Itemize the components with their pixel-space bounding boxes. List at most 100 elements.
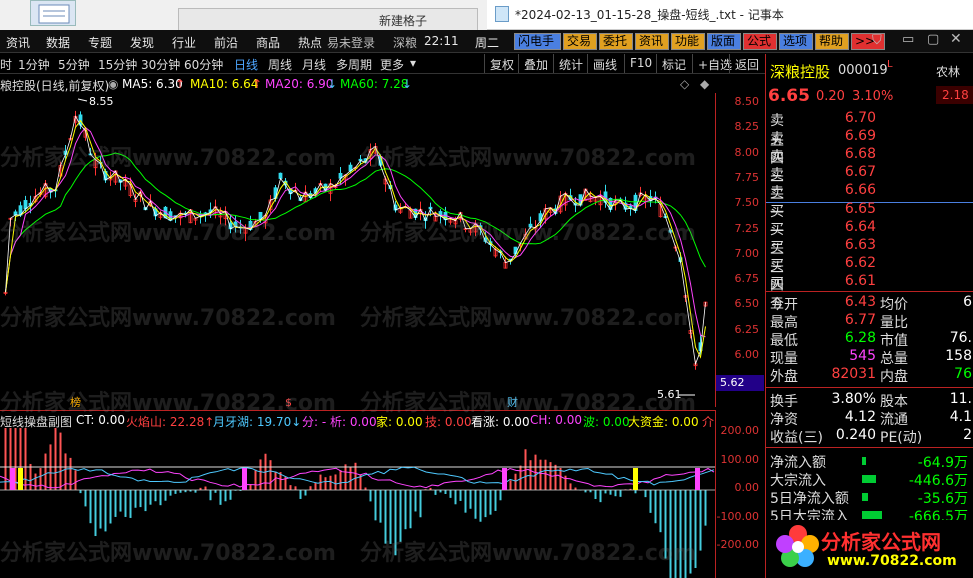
menu-item-industry[interactable]: 行业: [172, 34, 196, 51]
candle-body: [278, 172, 283, 179]
period-2[interactable]: 5分钟: [58, 56, 90, 73]
menu-item-news[interactable]: 资讯: [6, 34, 30, 51]
price-tick: 6.50: [734, 297, 760, 311]
login-status[interactable]: 易未登录: [327, 34, 375, 51]
chart-tool-5[interactable]: 标记: [662, 56, 686, 73]
close-icon[interactable]: ✕: [950, 31, 962, 47]
period-6[interactable]: 日线: [234, 56, 258, 73]
price-axis: 8.50 8.25 8.00 7.75 7.50 7.25 7.00 6.75 6.50 6.25…: [715, 93, 765, 407]
kline-chart[interactable]: 8.55 5.61 榜 $ 财: [0, 93, 715, 407]
stat-value: 76: [954, 366, 972, 382]
current-price-box: 5.62: [716, 375, 764, 391]
toolbar-button-8[interactable]: 帮助: [815, 33, 849, 50]
bid-row-price: 6.63: [844, 237, 876, 253]
signal-marker: [633, 468, 638, 490]
new-tab-label: 新建格子: [379, 14, 428, 28]
neighbor-sector[interactable]: 农林: [936, 63, 960, 80]
period-1[interactable]: 1分钟: [18, 56, 50, 73]
toolbar-button-4[interactable]: 功能: [671, 33, 705, 50]
period-4[interactable]: 30分钟: [141, 56, 180, 73]
flow-value: -35.6万: [917, 491, 968, 507]
stat-label: 均价: [880, 297, 908, 313]
toolbar-divider: [553, 54, 554, 73]
chart-tool-3[interactable]: 画线: [593, 56, 617, 73]
stat-value: 6.28: [844, 330, 876, 346]
stat-value: 6: [963, 294, 972, 310]
period-bar: 时 1分钟 5分钟 15分钟 30分钟 60分钟 日线 周线 月线 多周期 更多 ▾ 复权 叠加 统计 画线 F…: [0, 54, 765, 74]
stat-value: 6.77: [844, 312, 876, 328]
chart-tool-6[interactable]: +自选: [698, 56, 732, 73]
menu-item-commodity[interactable]: 商品: [256, 34, 280, 51]
event-marker[interactable]: 财: [507, 395, 518, 407]
settings-toggle-icon[interactable]: ◉: [108, 77, 118, 91]
chart-tool-0[interactable]: 复权: [490, 56, 514, 73]
ma60-value: MA60: 7.28: [340, 77, 409, 91]
clock: 22:11: [424, 34, 459, 48]
candle-body: [538, 213, 543, 222]
menu-bar: 资讯 数据 专题 发现 行业 前沿 商品 热点 易未登录 深粮 22:11 周二…: [0, 30, 973, 53]
event-marker[interactable]: 榜: [70, 395, 81, 407]
ma10-arrow-icon: ↑: [252, 77, 263, 91]
period-5[interactable]: 60分钟: [184, 56, 223, 73]
diamond-icon[interactable]: ◇: [680, 77, 689, 91]
stat-label: 最高: [770, 315, 798, 331]
stat-value: 3.80%: [831, 391, 876, 407]
period-8[interactable]: 月线: [302, 56, 326, 73]
price-change: 0.20: [816, 89, 845, 104]
stat-label: 量比: [880, 315, 908, 331]
toolbar-button-6[interactable]: 公式: [743, 33, 777, 50]
sub-indicator-axis: 200.00 100.00 0.00 -100.00 -200.00: [715, 410, 765, 578]
menu-item-discover[interactable]: 发现: [130, 34, 154, 51]
stat-label: 外盘: [770, 369, 798, 385]
menu-item-hotspot[interactable]: 热点: [298, 34, 322, 51]
price-tick: 7.25: [734, 221, 760, 235]
period-3[interactable]: 15分钟: [98, 56, 137, 73]
period-9[interactable]: 多周期: [336, 56, 372, 73]
settings-diamond-icon[interactable]: ◆: [700, 77, 709, 91]
ma5-arrow-icon: ↑: [175, 77, 186, 91]
signal-marker: [10, 468, 15, 490]
toolbar-button-0[interactable]: 闪电手: [514, 33, 561, 50]
toolbar-button-1[interactable]: 交易: [563, 33, 597, 50]
stat-label: 流通: [880, 412, 908, 428]
candle-body: [13, 211, 18, 216]
chart-tool-7[interactable]: 返回: [735, 56, 759, 73]
menu-item-frontier[interactable]: 前沿: [214, 34, 238, 51]
toolbar-button-7[interactable]: 选项: [779, 33, 813, 50]
period-0[interactable]: 时: [0, 56, 12, 73]
toolbar-button-5[interactable]: 版面: [707, 33, 741, 50]
chart-tool-2[interactable]: 统计: [559, 56, 583, 73]
toolbar-button-2[interactable]: 委托: [599, 33, 633, 50]
minimize-icon[interactable]: ▭: [902, 32, 914, 47]
stat-value: 158: [945, 348, 972, 364]
stat-label: 最低: [770, 333, 798, 349]
sub-axis-tick: 0.00: [734, 481, 760, 494]
more-dropdown-icon[interactable]: ▾: [410, 56, 416, 70]
sub-axis-tick: -200.00: [716, 538, 759, 551]
toolbar-divider: [624, 54, 625, 73]
price-tick: 7.50: [734, 196, 760, 210]
toolbar-divider: [656, 54, 657, 73]
maximize-icon[interactable]: ▢: [927, 32, 939, 47]
stock-code: 000019: [838, 63, 888, 78]
chart-title: 粮控股(日线,前复权): [0, 79, 110, 93]
period-7[interactable]: 周线: [268, 56, 292, 73]
brand-url: www.70822.com: [827, 553, 957, 569]
event-marker[interactable]: $: [285, 396, 292, 407]
sub-indicator-chart[interactable]: [0, 428, 715, 578]
menu-item-topics[interactable]: 专题: [88, 34, 112, 51]
chart-tool-4[interactable]: F10: [630, 56, 652, 70]
bid-row-price: 6.64: [844, 219, 876, 235]
toolbar-divider: [729, 54, 730, 73]
toolbar-button-3[interactable]: 资讯: [635, 33, 669, 50]
chart-tool-1[interactable]: 叠加: [524, 56, 548, 73]
sub-field-0: CT: 0.00: [76, 413, 125, 427]
ask-row-price: 6.68: [844, 146, 876, 162]
shirt-icon[interactable]: ⛉: [872, 33, 882, 48]
notepad-titlebar[interactable]: *2024-02-13_01-15-28_操盘-短线_.txt - 记事本: [487, 0, 973, 30]
flow-bar: [862, 457, 866, 465]
menu-item-data[interactable]: 数据: [46, 34, 70, 51]
price-tick: 7.75: [734, 170, 760, 184]
period-10[interactable]: 更多: [380, 56, 404, 73]
new-tab[interactable]: 新建格子: [178, 8, 478, 30]
